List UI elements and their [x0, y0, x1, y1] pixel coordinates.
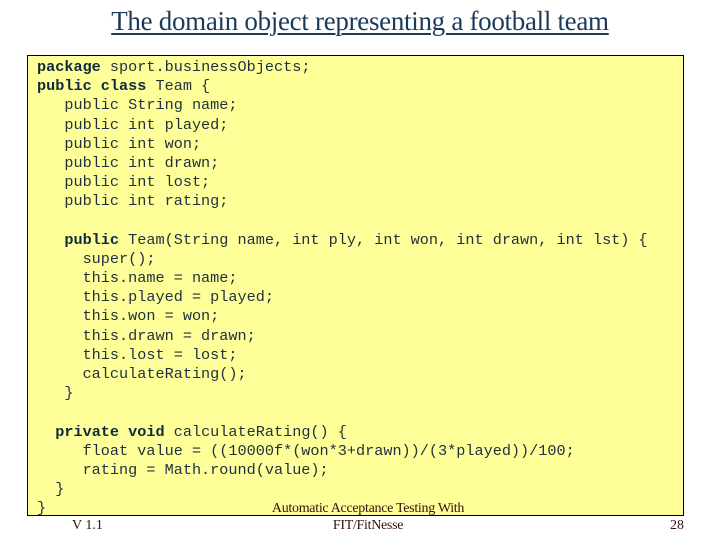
footer-title-line2: FIT/FitNesse	[332, 518, 404, 533]
code-keyword: private void	[55, 422, 165, 441]
code-line: this.lost = lost;	[37, 346, 648, 365]
code-text: calculateRating() {	[164, 422, 347, 441]
code-line: this.played = played;	[37, 288, 648, 307]
code-line: this.won = won;	[37, 307, 648, 326]
code-line: this.drawn = drawn;	[37, 327, 648, 346]
code-text: }	[37, 384, 74, 403]
code-line: public class Team {	[37, 77, 648, 96]
code-text: this.won = won;	[37, 307, 220, 326]
code-text: sport.businessObjects;	[100, 58, 311, 76]
code-line: public int lost;	[37, 173, 648, 192]
code-text: public int rating;	[37, 192, 229, 211]
page-number: 28	[670, 518, 684, 533]
code-line: this.name = name;	[37, 269, 648, 288]
code-text: super();	[37, 249, 156, 268]
code-text: }	[37, 480, 65, 499]
code-listing: package sport.businessObjects; public cla…	[37, 58, 648, 519]
code-text: Team {	[146, 77, 211, 96]
code-line: private void calculateRating() {	[37, 423, 648, 442]
code-line: public int won;	[37, 135, 648, 154]
code-text: Team(String name, int ply, int won, int …	[119, 230, 648, 249]
code-line: calculateRating();	[37, 365, 648, 384]
code-text: public int lost;	[37, 173, 211, 192]
slide-title: The domain object representing a footbal…	[111, 6, 609, 36]
code-line: super();	[37, 250, 648, 269]
code-line: public String name;	[37, 96, 648, 115]
code-text: this.name = name;	[37, 269, 238, 288]
code-text: public int played;	[37, 115, 229, 134]
code-line: }	[37, 480, 648, 499]
code-text: public int won;	[37, 134, 202, 153]
code-text: this.played = played;	[37, 288, 274, 307]
code-line: package sport.businessObjects;	[37, 58, 648, 77]
code-text: this.lost = lost;	[37, 345, 238, 364]
footer-title-line1: Automatic Acceptance Testing With	[271, 501, 465, 516]
code-text: rating = Math.round(value);	[37, 460, 329, 479]
code-text: float value = ((10000f*(won*3+drawn))/(3…	[37, 441, 575, 460]
code-keyword: public class	[37, 77, 147, 96]
code-block: package sport.businessObjects; public cla…	[27, 55, 684, 519]
code-text: public String name;	[37, 96, 238, 115]
code-text: calculateRating();	[37, 365, 247, 383]
code-text: public int drawn;	[37, 153, 220, 172]
code-line: }	[37, 384, 648, 403]
code-line: public int rating;	[37, 192, 648, 211]
code-text: this.drawn = drawn;	[37, 326, 256, 345]
code-keyword: public	[64, 230, 120, 249]
code-line: public Team(String name, int ply, int wo…	[37, 230, 648, 250]
code-line: public int played;	[37, 116, 648, 135]
code-line: rating = Math.round(value);	[37, 461, 648, 480]
code-line: float value = ((10000f*(won*3+drawn))/(3…	[37, 442, 648, 461]
code-line: public int drawn;	[37, 154, 648, 173]
code-keyword: package	[37, 58, 101, 76]
